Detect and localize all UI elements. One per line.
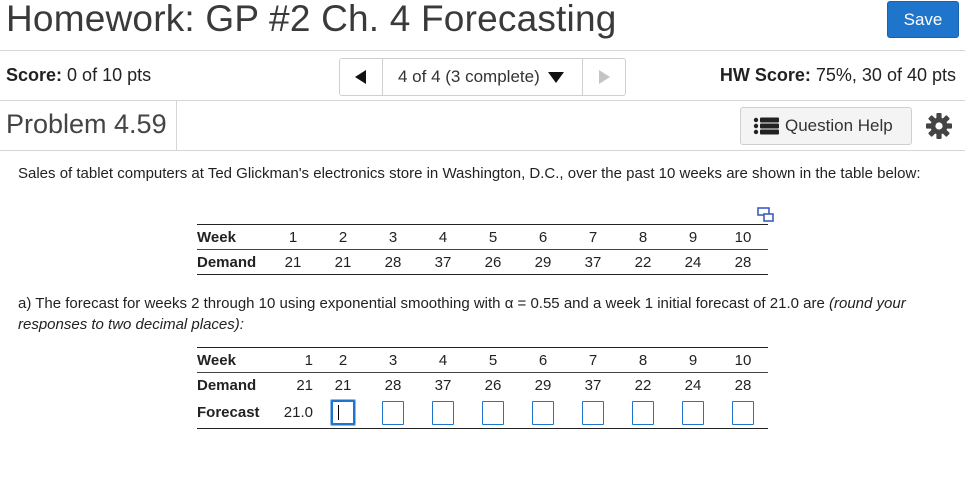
forecast-header: Forecast xyxy=(197,397,268,429)
demand-cell: 37 xyxy=(418,372,468,397)
problem-score: Score: 0 of 10 pts xyxy=(6,65,151,86)
question-navigator: 4 of 4 (3 complete) xyxy=(339,58,626,96)
week-cell: 6 xyxy=(518,224,568,250)
week-cell: 7 xyxy=(568,224,618,250)
hw-score-label: HW Score: xyxy=(719,65,811,85)
demand-row: Demand 21 21 28 37 26 29 37 22 24 28 xyxy=(197,249,768,275)
week-header: Week xyxy=(197,224,268,250)
week-cell: 6 xyxy=(518,347,568,373)
week-cell: 1 xyxy=(268,347,318,373)
forecast-input-week-8[interactable] xyxy=(632,400,654,425)
week-cell: 9 xyxy=(668,347,718,373)
week-cell: 2 xyxy=(318,224,368,250)
forecast-input-week-5[interactable] xyxy=(482,400,504,425)
forecast-input-week-3[interactable] xyxy=(382,400,404,425)
previous-question-button[interactable] xyxy=(340,59,383,95)
week-row: Week 1 2 3 4 5 6 7 8 9 10 xyxy=(197,224,768,250)
demand-cell: 37 xyxy=(568,372,618,397)
demand-cell: 28 xyxy=(718,249,768,275)
triangle-down-icon xyxy=(548,72,564,83)
forecast-table: Week 1 2 3 4 5 6 7 8 9 10 Demand 21 21 2… xyxy=(197,347,768,429)
demand-cell: 28 xyxy=(368,372,418,397)
demand-cell: 29 xyxy=(518,372,568,397)
forecast-input-week-10[interactable] xyxy=(732,400,754,425)
demand-table: Week 1 2 3 4 5 6 7 8 9 10 Demand 21 21 2… xyxy=(197,224,768,275)
triangle-left-icon xyxy=(355,70,366,84)
demand-cell: 37 xyxy=(418,249,468,275)
week-cell: 4 xyxy=(418,224,468,250)
forecast-input-week-7[interactable] xyxy=(582,400,604,425)
demand-cell: 29 xyxy=(518,249,568,275)
problem-bar: Problem 4.59 Question Help xyxy=(0,101,965,151)
list-icon xyxy=(753,117,779,135)
problem-content: Sales of tablet computers at Ted Glickma… xyxy=(0,151,965,481)
demand-cell: 24 xyxy=(668,372,718,397)
demand-cell: 26 xyxy=(468,249,518,275)
question-help-button[interactable]: Question Help xyxy=(740,107,912,145)
demand-cell: 24 xyxy=(668,249,718,275)
week-row: Week 1 2 3 4 5 6 7 8 9 10 xyxy=(197,347,768,373)
homework-title: Homework: GP #2 Ch. 4 Forecasting xyxy=(6,0,617,39)
forecast-input-week-4[interactable] xyxy=(432,400,454,425)
week-cell: 4 xyxy=(418,347,468,373)
homework-score: HW Score: 75%, 30 of 40 pts xyxy=(720,65,956,86)
demand-cell: 22 xyxy=(618,372,668,397)
week-cell: 10 xyxy=(718,347,768,373)
next-question-button[interactable] xyxy=(583,59,625,95)
week-cell: 1 xyxy=(268,224,318,250)
forecast-input-week-2[interactable] xyxy=(331,400,355,425)
demand-cell: 28 xyxy=(718,372,768,397)
forecast-input-week-6[interactable] xyxy=(532,400,554,425)
forecast-week1-value: 21.0 xyxy=(268,397,318,429)
title-bar: Homework: GP #2 Ch. 4 Forecasting Save xyxy=(0,0,965,51)
forecast-row: Forecast 21.0 xyxy=(197,397,768,429)
question-progress-label: 4 of 4 (3 complete) xyxy=(398,67,540,86)
week-cell: 8 xyxy=(618,347,668,373)
problem-intro-text: Sales of tablet computers at Ted Glickma… xyxy=(18,165,921,182)
week-cell: 2 xyxy=(318,347,368,373)
score-value: 0 of 10 pts xyxy=(67,65,152,85)
demand-cell: 37 xyxy=(568,249,618,275)
divider xyxy=(176,101,177,150)
week-header: Week xyxy=(197,347,268,373)
demand-cell: 26 xyxy=(468,372,518,397)
demand-cell: 28 xyxy=(368,249,418,275)
hw-score-value: 75%, 30 of 40 pts xyxy=(815,65,956,85)
demand-cell: 22 xyxy=(618,249,668,275)
demand-cell: 21 xyxy=(268,372,318,397)
week-cell: 5 xyxy=(468,224,518,250)
triangle-right-icon xyxy=(599,70,610,84)
demand-header: Demand xyxy=(197,372,268,397)
score-bar: Score: 0 of 10 pts 4 of 4 (3 complete) H… xyxy=(0,51,965,101)
demand-row: Demand 21 21 28 37 26 29 37 22 24 28 xyxy=(197,372,768,397)
forecast-input-week-9[interactable] xyxy=(682,400,704,425)
gear-icon[interactable] xyxy=(925,112,953,140)
week-cell: 10 xyxy=(718,224,768,250)
demand-cell: 21 xyxy=(318,249,368,275)
question-dropdown[interactable]: 4 of 4 (3 complete) xyxy=(383,59,583,95)
demand-header: Demand xyxy=(197,249,268,275)
problem-title: Problem 4.59 xyxy=(6,109,167,139)
score-label: Score: xyxy=(6,65,63,85)
week-cell: 3 xyxy=(368,224,418,250)
week-cell: 3 xyxy=(368,347,418,373)
alpha-symbol: α xyxy=(504,295,514,312)
part-a-text-continued: = 0.55 and a week 1 initial forecast of … xyxy=(517,295,825,312)
part-a-text: a) The forecast for weeks 2 through 10 u… xyxy=(18,295,501,312)
demand-cell: 21 xyxy=(318,372,368,397)
week-cell: 8 xyxy=(618,224,668,250)
week-cell: 5 xyxy=(468,347,518,373)
demand-cell: 21 xyxy=(268,249,318,275)
week-cell: 7 xyxy=(568,347,618,373)
week-cell: 9 xyxy=(668,224,718,250)
question-help-label: Question Help xyxy=(785,116,893,135)
part-a-question: a) The forecast for weeks 2 through 10 u… xyxy=(18,293,958,335)
save-button[interactable]: Save xyxy=(887,1,959,38)
expand-table-icon[interactable] xyxy=(757,207,774,222)
